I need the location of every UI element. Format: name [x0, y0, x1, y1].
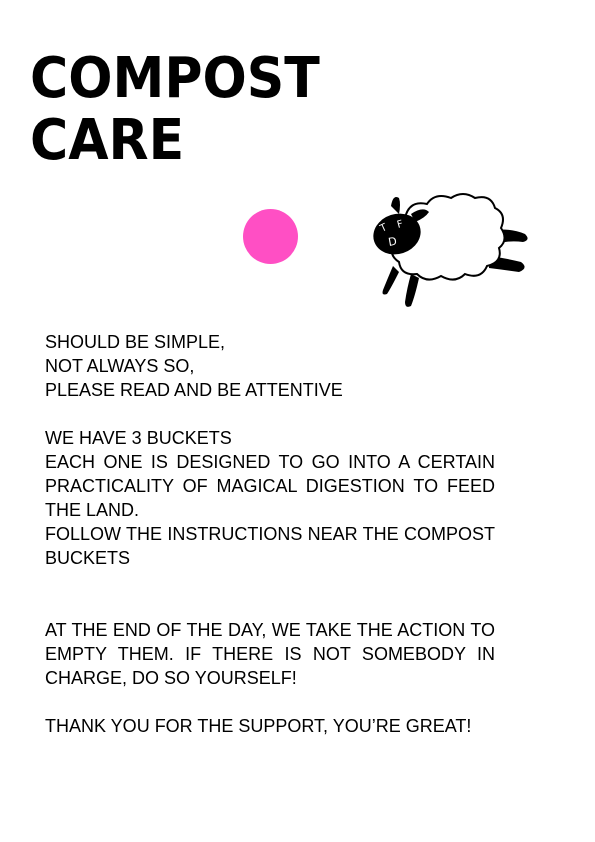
- title-line-1: COMPOST: [30, 46, 320, 111]
- intro-line-2: NOT ALWAYS SO,: [45, 356, 195, 376]
- intro-line-1: SHOULD BE SIMPLE,: [45, 332, 226, 352]
- thank-you-line: THANK YOU FOR THE SUPPORT, YOU’RE GREAT!: [45, 716, 472, 736]
- buckets-line-2: EACH ONE IS DESIGNED TO GO INTO A CERTAI…: [45, 452, 495, 520]
- title-line-2: CARE: [30, 108, 185, 173]
- page-title: COMPOST CARE: [30, 48, 320, 172]
- pink-dot-decoration: [243, 209, 298, 264]
- sheep-illustration: T F D: [373, 193, 528, 307]
- buckets-line-3: FOLLOW THE INSTRUCTIONS NEAR THE COMPOST…: [45, 524, 495, 568]
- end-of-day-paragraph: AT THE END OF THE DAY, WE TAKE THE ACTIO…: [45, 620, 495, 688]
- buckets-line-1: WE HAVE 3 BUCKETS: [45, 428, 232, 448]
- intro-line-3: PLEASE READ AND BE ATTENTIVE: [45, 380, 343, 400]
- instructions-text: SHOULD BE SIMPLE, NOT ALWAYS SO, PLEASE …: [45, 330, 495, 738]
